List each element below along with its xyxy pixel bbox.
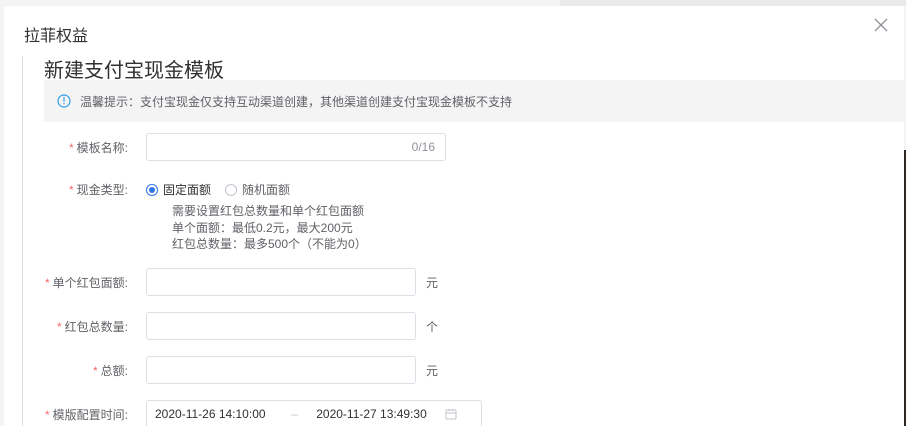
total-count-unit: 个 [426,319,439,334]
modal-dialog: 拉菲权益 新建支付宝现金模板 温馨提示：支付宝现金仅支持互动渠道创建，其他渠道创… [4,6,904,426]
dialog-title: 拉菲权益 [24,28,89,45]
template-name-label: * 模板名称: [68,140,128,155]
total-amount-input[interactable] [146,356,416,384]
note-line: 单个面额：最低0.2元，最大200元 [172,220,353,235]
single-amount-unit: 元 [426,275,439,290]
required-mark: * [68,140,74,155]
info-circle-icon [57,94,71,108]
config-time-row: * 模版配置时间: 2020-11-26 14:10:00 – 2020-11-2… [4,400,482,426]
radio-random-amount[interactable]: 随机面额 [225,181,290,198]
total-count-input[interactable] [146,312,416,340]
single-amount-input[interactable] [146,268,416,296]
note-line: 红包总数量：最多500个（不能为0） [172,237,367,251]
date-range-separator: – [291,407,299,421]
date-range-end[interactable]: 2020-11-27 13:49:30 [316,407,427,421]
radio-unchecked-icon [225,183,238,196]
radio-fixed-amount[interactable]: 固定面额 [146,181,211,198]
form-title: 新建支付宝现金模板 [44,60,224,82]
total-amount-row: * 总额: 元 [4,356,438,384]
total-count-label: * 红包总数量: [56,319,128,334]
single-amount-row: * 单个红包面额: 元 [4,268,438,296]
config-time-label: * 模版配置时间: [44,407,128,422]
tip-banner: 温馨提示：支付宝现金仅支持互动渠道创建，其他渠道创建支付宝现金模板不支持 [44,80,904,122]
char-counter: 0/16 [411,140,435,154]
calendar-icon [445,409,457,420]
date-range-picker[interactable]: 2020-11-26 14:10:00 – 2020-11-27 13:49:3… [146,400,482,426]
single-amount-label: * 单个红包面额: [44,275,128,290]
template-name-input[interactable]: 0/16 [146,133,446,161]
total-amount-unit: 元 [426,363,439,378]
template-name-row: * 模板名称: 0/16 [4,133,446,161]
tip-text: 温馨提示：支付宝现金仅支持互动渠道创建，其他渠道创建支付宝现金模板不支持 [80,94,513,109]
close-icon[interactable] [874,18,888,32]
cash-type-notes: 需要设置红包总数量和单个红包面额 单个面额：最低0.2元，最大200元 红包总数… [172,203,367,253]
radio-checked-icon [146,183,158,196]
date-range-start[interactable]: 2020-11-26 14:10:00 [155,407,266,421]
note-line: 需要设置红包总数量和单个红包面额 [172,204,365,218]
cash-type-row: * 现金类型: 固定面额 随机面额 [4,181,304,198]
total-count-row: * 红包总数量: 个 [4,312,438,340]
cash-type-label: * 现金类型: [68,183,128,197]
total-amount-label: * 总额: [92,363,128,378]
